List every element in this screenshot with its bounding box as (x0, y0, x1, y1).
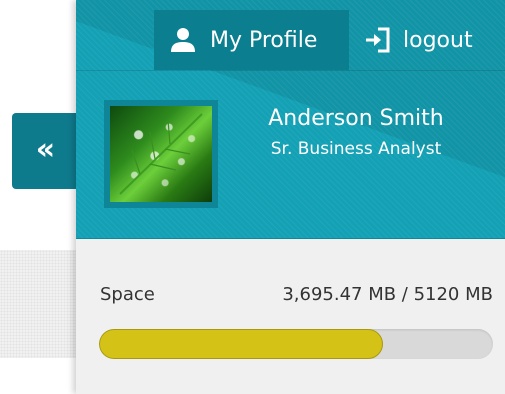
profile-panel: My Profile logout Anderson Smith Sr. Bus… (76, 0, 505, 394)
collapse-panel-button[interactable]: « (12, 113, 76, 189)
logout-link[interactable]: logout (349, 10, 505, 70)
my-profile-link[interactable]: My Profile (154, 10, 349, 70)
avatar (110, 106, 212, 202)
profile-header: My Profile logout Anderson Smith Sr. Bus… (76, 0, 505, 239)
chevron-double-left-icon: « (35, 131, 55, 167)
user-icon (168, 25, 198, 55)
space-progress-fill (99, 329, 384, 359)
profile-topbar: My Profile logout (76, 10, 505, 71)
user-name: Anderson Smith (268, 106, 444, 131)
dotted-background-strip (0, 250, 76, 358)
topbar-divider (76, 70, 505, 71)
user-role: Sr. Business Analyst (270, 139, 442, 159)
sign-in-icon (363, 25, 393, 55)
my-profile-label: My Profile (210, 27, 318, 53)
leaf-vein-graphic (119, 113, 203, 195)
logout-label: logout (403, 27, 473, 53)
space-usage-value: 3,695.47 MB / 5120 MB (282, 284, 493, 305)
space-progress-bar (99, 329, 493, 359)
avatar-frame (104, 100, 218, 208)
space-label: Space (100, 284, 155, 305)
